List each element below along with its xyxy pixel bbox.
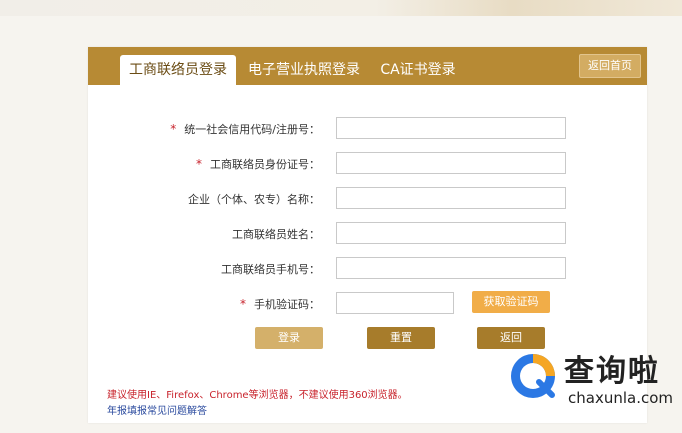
watermark-domain: chaxunla.com — [568, 389, 673, 407]
faq-link[interactable]: 年报填报常见问题解答 — [107, 402, 207, 417]
login-tab-bar: 工商联络员登录 电子营业执照登录 CA证书登录 返回首页 — [88, 47, 647, 85]
sms-code-label-text: 手机验证码： — [254, 298, 320, 311]
tab-ca-login[interactable]: CA证书登录 — [372, 55, 464, 85]
reset-button[interactable]: 重置 — [367, 327, 435, 349]
company-name-label: 企业（个体、农专）名称： — [188, 193, 320, 206]
contact-name-input[interactable] — [336, 222, 566, 244]
phone-label: 工商联络员手机号： — [221, 263, 320, 276]
watermark-logo-icon — [511, 354, 555, 398]
form-row-credit-code: * 统一社会信用代码/注册号： — [88, 117, 647, 141]
credit-code-label: * 统一社会信用代码/注册号： — [170, 121, 320, 137]
sms-code-input[interactable] — [336, 292, 454, 314]
id-number-label-text: 工商联络员身份证号： — [210, 158, 320, 171]
watermark-title: 查询啦 — [564, 354, 660, 389]
credit-code-label-text: 统一社会信用代码/注册号： — [184, 123, 320, 136]
id-number-input[interactable] — [336, 152, 566, 174]
back-button[interactable]: 返回 — [477, 327, 545, 349]
required-mark: * — [170, 122, 177, 136]
get-code-button[interactable]: 获取验证码 — [472, 291, 550, 313]
form-row-phone: 工商联络员手机号： — [88, 257, 647, 281]
sms-code-label: * 手机验证码： — [240, 296, 320, 312]
phone-input[interactable] — [336, 257, 566, 279]
id-number-label: * 工商联络员身份证号： — [196, 156, 320, 172]
contact-name-label: 工商联络员姓名： — [232, 228, 320, 241]
form-row-company-name: 企业（个体、农专）名称： — [88, 187, 647, 211]
browser-notice: 建议使用IE、Firefox、Chrome等浏览器，不建议使用360浏览器。 — [107, 390, 408, 401]
required-mark: * — [196, 157, 202, 171]
login-button[interactable]: 登录 — [255, 327, 323, 349]
home-button[interactable]: 返回首页 — [579, 54, 641, 78]
tab-license-login[interactable]: 电子营业执照登录 — [246, 55, 362, 85]
page-header-band — [0, 0, 682, 16]
credit-code-input[interactable] — [336, 117, 566, 139]
form-row-contact-name: 工商联络员姓名： — [88, 222, 647, 246]
watermark: 查询啦 chaxunla.com — [508, 348, 678, 410]
tab-contact-login[interactable]: 工商联络员登录 — [120, 55, 236, 85]
form-row-sms-code: * 手机验证码： 获取验证码 — [88, 291, 647, 316]
form-row-id-number: * 工商联络员身份证号： — [88, 152, 647, 176]
company-name-input[interactable] — [336, 187, 566, 209]
required-mark: * — [240, 297, 246, 311]
